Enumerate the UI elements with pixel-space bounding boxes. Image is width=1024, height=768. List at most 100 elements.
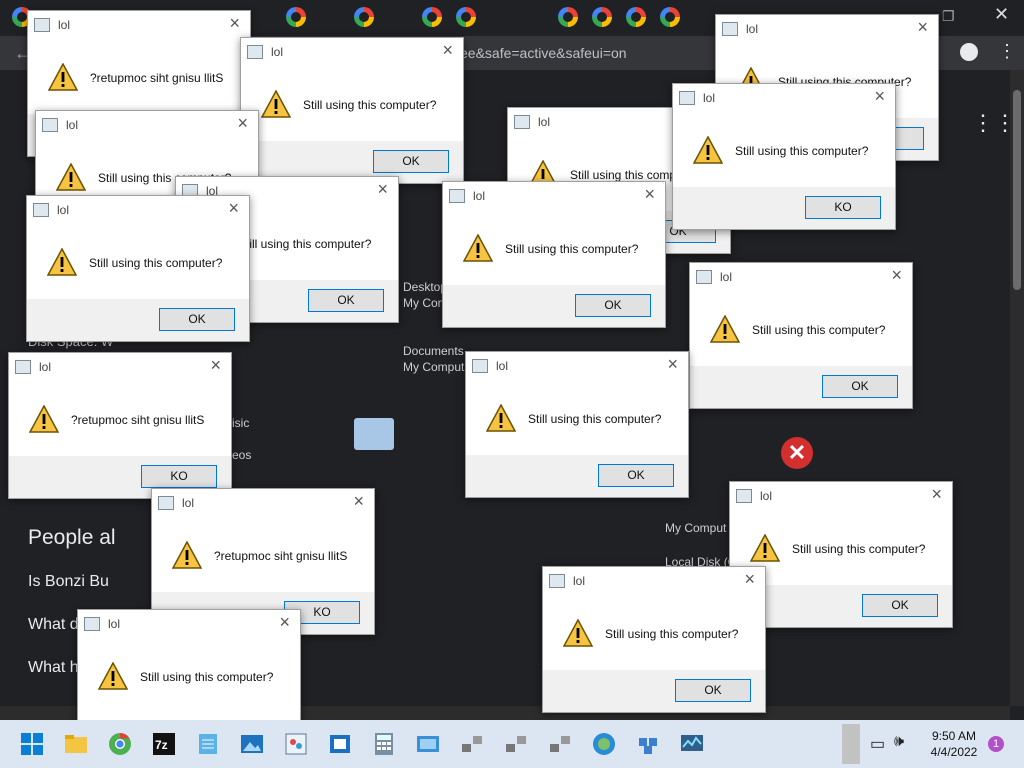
volume-icon[interactable]: 🕪 <box>894 733 904 751</box>
ok-button[interactable]: OK <box>822 375 898 398</box>
warning-icon <box>29 405 59 433</box>
dialog-window[interactable]: lol × Still using this computer? KO <box>672 83 896 230</box>
videos-label[interactable]: eos <box>232 448 251 462</box>
warning-icon <box>47 248 77 276</box>
dialog-window[interactable]: lol × ?retupmoc siht gnisu llitS KO <box>8 352 232 499</box>
google-tab-icon[interactable] <box>456 7 476 27</box>
app-icon <box>449 189 465 203</box>
dialog-window[interactable]: lol × Still using this computer? OK <box>240 37 464 184</box>
ko-button[interactable]: KO <box>141 465 217 488</box>
network-icon[interactable] <box>504 732 528 756</box>
dialog-window[interactable]: lol × Still using this computer? OK <box>689 262 913 409</box>
documents-label[interactable]: Documents <box>403 344 464 358</box>
desktop-label[interactable]: Desktop <box>403 280 447 294</box>
close-icon[interactable]: × <box>377 179 388 199</box>
close-icon[interactable]: × <box>442 40 453 60</box>
dialog-title: lol <box>39 360 52 374</box>
google-tab-icon[interactable] <box>626 7 646 27</box>
monitor-tray-icon[interactable]: ▭ <box>870 734 885 754</box>
sevenzip-icon[interactable]: 7z <box>152 732 176 756</box>
start-icon[interactable] <box>20 732 44 756</box>
dialog-title: lol <box>746 22 759 36</box>
photos-icon[interactable] <box>240 732 264 756</box>
dialog-window[interactable]: lol × Still using this computer? OK <box>442 181 666 328</box>
dialog-window[interactable]: lol × Still using this computer? OK <box>26 195 250 342</box>
vertical-scrollbar[interactable] <box>1010 70 1024 706</box>
close-icon[interactable]: × <box>237 113 248 133</box>
ok-button[interactable]: OK <box>862 594 938 617</box>
puzzle-icon[interactable] <box>636 732 660 756</box>
my-computer-label[interactable]: My Comput <box>665 521 726 535</box>
close-icon[interactable]: × <box>874 86 885 106</box>
app-icon <box>736 489 752 503</box>
question-link[interactable]: What h <box>28 659 79 677</box>
show-hidden-icon[interactable] <box>842 724 860 764</box>
dialog-footer: KO <box>673 187 895 229</box>
close-icon[interactable]: × <box>667 354 678 374</box>
ok-button[interactable]: OK <box>308 289 384 312</box>
url-text[interactable]: ee&safe=active&safeui=on <box>460 45 627 61</box>
close-icon[interactable]: × <box>353 491 364 511</box>
paint-icon[interactable] <box>284 732 308 756</box>
dialog-title: lol <box>58 18 71 32</box>
close-icon[interactable]: × <box>228 198 239 218</box>
ok-button[interactable]: OK <box>575 294 651 317</box>
close-icon[interactable]: × <box>279 612 290 632</box>
question-link[interactable]: Is Bonzi Bu <box>28 573 109 591</box>
google-tab-icon[interactable] <box>422 7 442 27</box>
dialog-window[interactable]: lol × Still using this computer? OK <box>542 566 766 713</box>
ok-button[interactable]: OK <box>598 464 674 487</box>
chrome-icon[interactable] <box>108 732 132 756</box>
menu-icon[interactable]: ⋮ <box>998 41 1016 62</box>
notification-badge[interactable]: 1 <box>988 736 1004 752</box>
documents-folder-icon[interactable] <box>354 418 394 450</box>
notepad-icon[interactable] <box>196 732 220 756</box>
ok-button[interactable]: OK <box>159 308 235 331</box>
ok-button[interactable]: OK <box>373 150 449 173</box>
music-label[interactable]: isic <box>232 416 249 430</box>
close-window-icon[interactable]: ✕ <box>994 4 1009 25</box>
google-tab-icon[interactable] <box>354 7 374 27</box>
dialog-footer: OK <box>466 455 688 497</box>
file-explorer-icon[interactable] <box>64 732 88 756</box>
dialog-footer: OK <box>443 285 665 327</box>
control-panel-icon[interactable] <box>416 732 440 756</box>
warning-icon <box>710 315 740 343</box>
google-tab-icon[interactable] <box>558 7 578 27</box>
network-icon[interactable] <box>548 732 572 756</box>
warning-icon <box>563 619 593 647</box>
ko-button[interactable]: KO <box>805 196 881 219</box>
close-icon[interactable]: × <box>931 484 942 504</box>
my-computer-label: My Com <box>403 296 448 310</box>
restore-icon[interactable]: ❐ <box>942 8 955 25</box>
ok-button[interactable]: OK <box>675 679 751 702</box>
monitor-icon[interactable] <box>680 732 704 756</box>
app-icon[interactable] <box>328 732 352 756</box>
dialog-window[interactable]: lol × Still using this computer? OK <box>465 351 689 498</box>
close-icon[interactable]: × <box>891 265 902 285</box>
network-icon[interactable] <box>460 732 484 756</box>
browser-icon[interactable] <box>592 732 616 756</box>
app-icon <box>84 617 100 631</box>
clock[interactable]: 9:50 AM 4/4/2022 <box>920 728 988 760</box>
warning-icon <box>56 163 86 191</box>
warning-icon <box>693 136 723 164</box>
google-tab-icon[interactable] <box>286 7 306 27</box>
close-icon[interactable]: × <box>210 355 221 375</box>
calculator-icon[interactable] <box>372 732 396 756</box>
app-icon <box>34 18 50 32</box>
google-tab-icon[interactable] <box>592 7 612 27</box>
dialog-message: Still using this computer? <box>89 256 223 270</box>
dialog-message: ?retupmoc siht gnisu llitS <box>214 549 348 563</box>
time-text: 9:50 AM <box>931 729 977 743</box>
profile-icon[interactable] <box>960 43 978 61</box>
google-tab-icon[interactable] <box>660 7 680 27</box>
close-icon[interactable]: × <box>229 13 240 33</box>
dialog-window[interactable]: lol × Still using this computer? <box>77 609 301 722</box>
close-icon[interactable]: × <box>917 17 928 37</box>
my-computer-label: My Comput <box>403 360 465 374</box>
close-icon[interactable]: × <box>744 569 755 589</box>
app-icon <box>696 270 712 284</box>
close-icon[interactable]: × <box>644 184 655 204</box>
question-link[interactable]: What d <box>28 616 79 634</box>
